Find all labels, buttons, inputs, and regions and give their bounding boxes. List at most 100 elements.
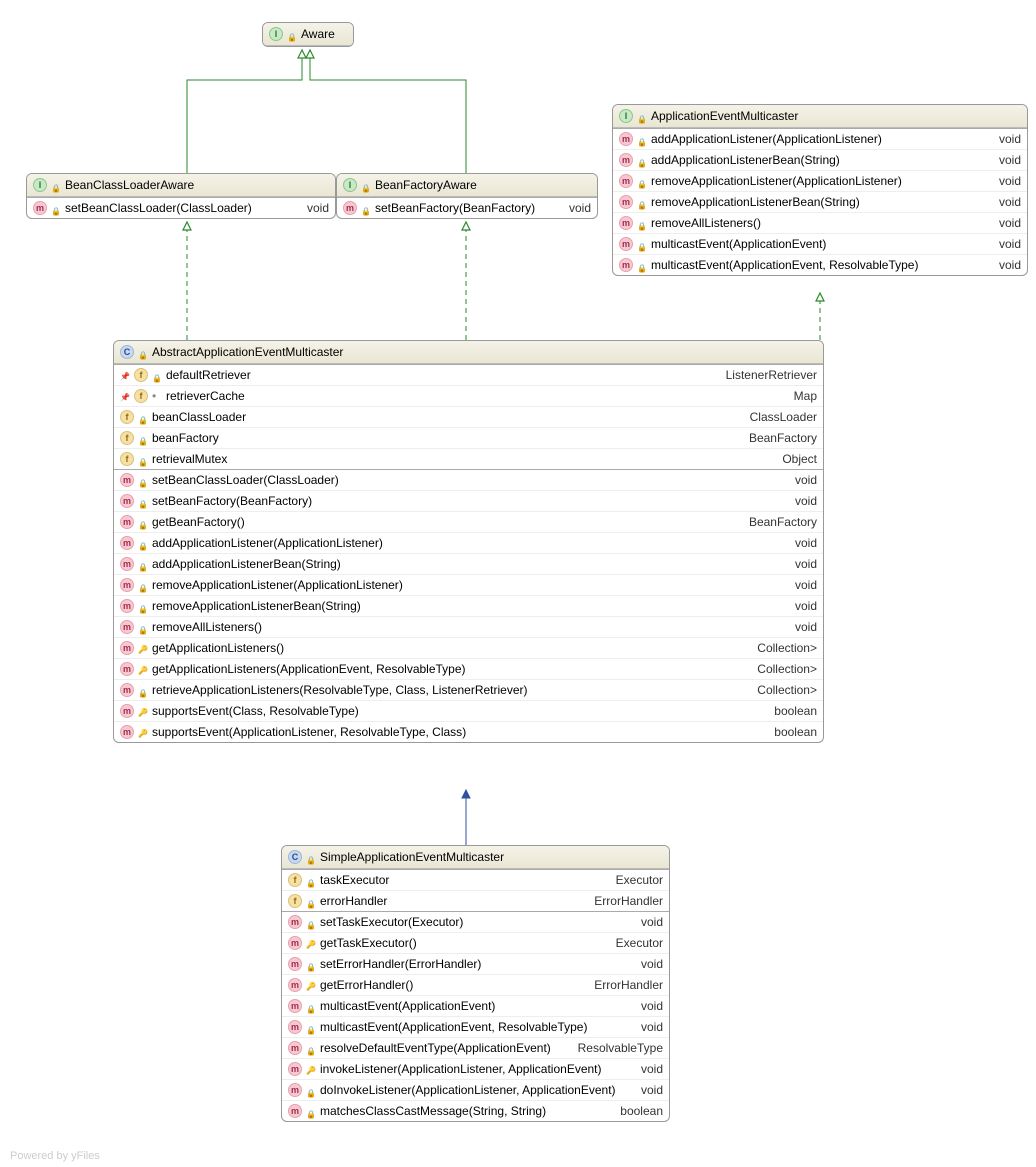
member-ret: boolean [600, 1104, 663, 1118]
lock-icon [152, 370, 162, 380]
member-sig: addApplicationListenerBean(String) [152, 557, 771, 571]
lock-icon [306, 1106, 316, 1116]
footer-credit: Powered by yFiles [10, 1150, 100, 1162]
key-icon [138, 641, 148, 655]
member-sig: resolveDefaultEventType(ApplicationEvent… [320, 1041, 554, 1055]
member-sig: removeApplicationListenerBean(String) [152, 599, 771, 613]
interface-icon: I [33, 178, 47, 192]
class-icon: C [288, 850, 302, 864]
lock-icon [637, 239, 647, 249]
member-sig: multicastEvent(ApplicationEvent) [651, 237, 975, 251]
member-sig: addApplicationListenerBean(String) [651, 153, 975, 167]
key-icon [306, 936, 316, 950]
method-row: msupportsEvent(Class, ResolvableType)boo… [114, 700, 823, 721]
member-sig: setBeanClassLoader(ClassLoader) [152, 473, 771, 487]
method-row: msetBeanFactory(BeanFactory)void [337, 197, 597, 218]
method-icon: m [120, 494, 134, 508]
lock-icon [637, 218, 647, 228]
member-ret: void [621, 1020, 663, 1034]
member-ret: void [775, 578, 817, 592]
method-icon: m [288, 999, 302, 1013]
method-row: minvokeListener(ApplicationListener, App… [282, 1058, 669, 1079]
field-icon: f [134, 389, 148, 403]
member-ret: void [775, 473, 817, 487]
interface-icon: I [343, 178, 357, 192]
member-sig: removeAllListeners() [651, 216, 975, 230]
lock-icon [306, 917, 316, 927]
member-sig: retrievalMutex [152, 452, 758, 466]
pin-icon [120, 368, 130, 382]
method-row: mmulticastEvent(ApplicationEvent)void [282, 995, 669, 1016]
lock-icon [138, 475, 148, 485]
class-bcla[interactable]: IBeanClassLoaderAware msetBeanClassLoade… [26, 173, 336, 219]
member-sig: setErrorHandler(ErrorHandler) [320, 957, 617, 971]
member-ret: void [979, 258, 1021, 272]
lock-icon [361, 180, 371, 190]
method-row: maddApplicationListenerBean(String)void [114, 553, 823, 574]
member-ret: ErrorHandler [574, 978, 663, 992]
class-aware[interactable]: IAware [262, 22, 354, 47]
member-ret: ClassLoader [730, 410, 817, 424]
method-icon: m [288, 1020, 302, 1034]
method-row: mremoveApplicationListenerBean(String)vo… [114, 595, 823, 616]
member-ret: void [775, 599, 817, 613]
member-ret: Collection> [737, 683, 817, 697]
lock-icon [637, 197, 647, 207]
method-icon: m [120, 641, 134, 655]
lock-icon [138, 454, 148, 464]
lock-icon [306, 1085, 316, 1095]
field-icon: f [288, 894, 302, 908]
class-aaem[interactable]: CAbstractApplicationEventMulticaster fde… [113, 340, 824, 743]
member-ret: void [979, 132, 1021, 146]
method-row: msetBeanFactory(BeanFactory)void [114, 490, 823, 511]
lock-icon [637, 176, 647, 186]
method-row: mresolveDefaultEventType(ApplicationEven… [282, 1037, 669, 1058]
lock-icon [306, 959, 316, 969]
class-saem[interactable]: CSimpleApplicationEventMulticaster ftask… [281, 845, 670, 1122]
key-icon [306, 978, 316, 992]
member-ret: void [775, 536, 817, 550]
method-row: mmulticastEvent(ApplicationEvent)void [613, 233, 1027, 254]
method-icon: m [120, 704, 134, 718]
pin-icon [120, 389, 130, 403]
field-row: fbeanFactoryBeanFactory [114, 427, 823, 448]
interface-icon: I [619, 109, 633, 123]
member-sig: setBeanFactory(BeanFactory) [152, 494, 771, 508]
method-icon: m [120, 473, 134, 487]
method-row: mgetTaskExecutor()Executor [282, 932, 669, 953]
member-ret: void [621, 915, 663, 929]
lock-icon [138, 412, 148, 422]
lock-icon [138, 685, 148, 695]
field-icon: f [120, 410, 134, 424]
key-icon [138, 725, 148, 739]
method-icon: m [120, 725, 134, 739]
member-sig: removeApplicationListenerBean(String) [651, 195, 975, 209]
member-ret: void [979, 216, 1021, 230]
method-row: mdoInvokeListener(ApplicationListener, A… [282, 1079, 669, 1100]
method-row: mgetApplicationListeners(ApplicationEven… [114, 658, 823, 679]
method-row: mremoveApplicationListener(ApplicationLi… [114, 574, 823, 595]
field-row: ftaskExecutorExecutor [282, 870, 669, 890]
method-row: msetBeanClassLoader(ClassLoader)void [27, 197, 335, 218]
member-sig: multicastEvent(ApplicationEvent) [320, 999, 617, 1013]
method-icon: m [120, 662, 134, 676]
member-ret: ErrorHandler [574, 894, 663, 908]
method-row: mremoveApplicationListenerBean(String)vo… [613, 191, 1027, 212]
class-aem[interactable]: IApplicationEventMulticaster maddApplica… [612, 104, 1028, 276]
class-bfa[interactable]: I BeanFactoryAware msetBeanFactory(BeanFa… [336, 173, 598, 219]
method-icon: m [288, 915, 302, 929]
member-ret: Collection> [737, 641, 817, 655]
method-icon: m [288, 1083, 302, 1097]
method-icon: m [120, 683, 134, 697]
method-icon: m [120, 620, 134, 634]
lock-icon [306, 896, 316, 906]
class-title: BeanFactoryAware [375, 178, 591, 192]
member-sig: addApplicationListener(ApplicationListen… [651, 132, 975, 146]
method-icon: m [619, 174, 633, 188]
lock-icon [637, 134, 647, 144]
field-icon: f [288, 873, 302, 887]
member-sig: retrieverCache [166, 389, 770, 403]
dot-icon [152, 389, 162, 403]
method-row: m setBeanClassLoader(ClassLoader) void [114, 470, 823, 490]
member-sig: retrieveApplicationListeners(ResolvableT… [152, 683, 733, 697]
